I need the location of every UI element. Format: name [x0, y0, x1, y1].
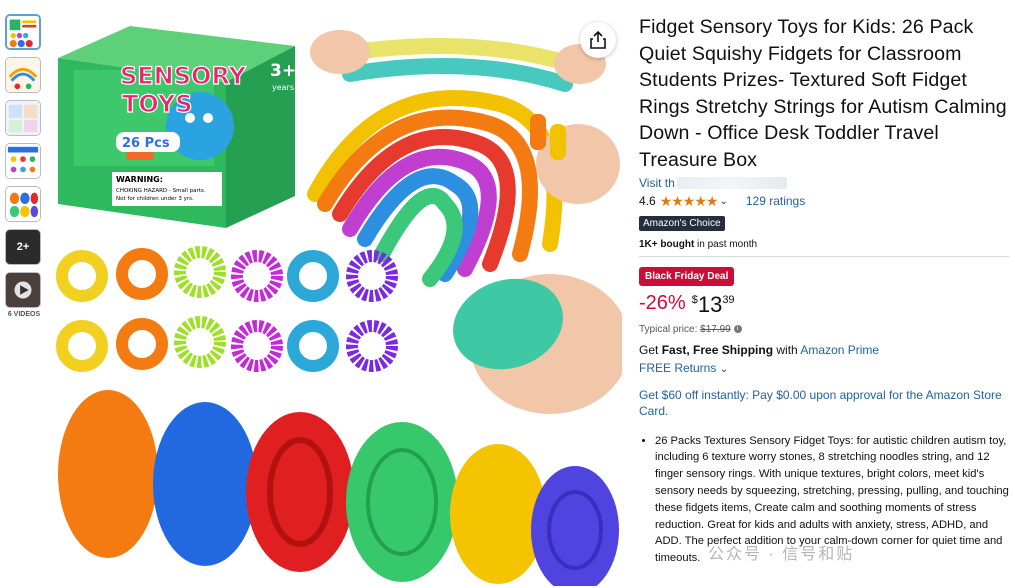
main-product-image[interactable]: SENSORY TOYS 3+ years 26 Pcs WARNING: CH… — [50, 14, 622, 586]
amazons-choice-badge: Amazon's Choice — [639, 215, 725, 231]
thumbnail-gallery: 2+ 6 VIDEOS — [5, 14, 43, 318]
thumbnail-1[interactable] — [5, 14, 41, 50]
box-warning-title: WARNING: — [116, 175, 163, 184]
watermark: 公众号 · 信号和贴 — [708, 546, 855, 563]
ratings-count-link[interactable]: 129 ratings — [746, 194, 805, 208]
box-title-line1: SENSORY — [120, 62, 247, 90]
box-warning-text: CHOKING HAZARD - Small parts. — [116, 188, 206, 194]
box-warning-sub: Not for children under 3 yrs. — [116, 196, 194, 202]
chevron-down-icon: ⌄ — [719, 363, 729, 375]
thumbnail-5[interactable] — [5, 186, 41, 222]
store-name-redacted — [676, 176, 787, 189]
more-count-label: 2+ — [16, 241, 30, 253]
box-age: 3+ — [270, 61, 296, 81]
deal-badge: Black Friday Deal — [639, 266, 735, 286]
shipping-bold: Fast, Free Shipping — [661, 342, 774, 357]
free-returns-label: FREE Returns — [639, 360, 717, 375]
typical-price-label: Typical price: — [639, 323, 701, 335]
typical-price: Typical price: $17.99 i — [639, 324, 1011, 335]
visit-store-link[interactable]: Visit th — [639, 176, 1011, 190]
chevron-down-icon[interactable]: ⌄ — [719, 196, 727, 207]
box-title-line2: TOYS — [122, 90, 193, 118]
free-returns-link[interactable]: FREE Returns ⌄ — [639, 361, 1011, 375]
amazon-prime-link[interactable]: Amazon Prime — [800, 343, 879, 357]
box-age-unit: years — [272, 83, 294, 92]
rating-row: 4.6 ★★★★★ ⌄ 129 ratings — [639, 193, 1011, 210]
thumbnail-4[interactable] — [5, 143, 41, 179]
thumbnail-3[interactable] — [5, 100, 41, 136]
share-icon — [590, 31, 606, 49]
discount-percent: -26% — [639, 291, 686, 314]
thumbnail-more-count[interactable]: 2+ — [5, 229, 41, 265]
price-row: -26% $ 13 39 — [639, 292, 1011, 318]
thumbnail-video[interactable] — [5, 272, 41, 308]
shipping-middle: with — [773, 342, 801, 357]
visit-store-text: Visit th — [639, 175, 675, 190]
shipping-prefix: Get — [639, 342, 662, 357]
bought-suffix: in past month — [694, 238, 758, 250]
info-icon[interactable]: i — [733, 324, 742, 333]
product-box-illustration: SENSORY TOYS 3+ years 26 Pcs WARNING: CH… — [58, 26, 296, 228]
star-rating-icon[interactable]: ★★★★★ — [660, 193, 719, 210]
bought-in-past-month: 1K+ bought in past month — [639, 239, 1011, 250]
price-whole: 13 — [697, 291, 723, 317]
thumbnail-2[interactable] — [5, 57, 41, 93]
box-count: 26 Pcs — [122, 136, 170, 151]
product-details: Fidget Sensory Toys for Kids: 26 Pack Qu… — [639, 14, 1011, 567]
product-title: Fidget Sensory Toys for Kids: 26 Pack Qu… — [639, 16, 1007, 171]
videos-count-label[interactable]: 6 VIDEOS — [5, 311, 43, 318]
price-fraction: 39 — [722, 293, 735, 306]
typical-price-value: $17.99 — [700, 323, 731, 335]
shipping-info: Get Fast, Free Shipping with Amazon Prim… — [639, 343, 1011, 357]
rating-value: 4.6 — [639, 194, 656, 209]
store-card-promo-link[interactable]: Get $60 off instantly: Pay $0.00 upon ap… — [639, 387, 1009, 419]
bought-count: 1K+ bought — [639, 238, 695, 250]
share-button[interactable] — [580, 22, 616, 58]
